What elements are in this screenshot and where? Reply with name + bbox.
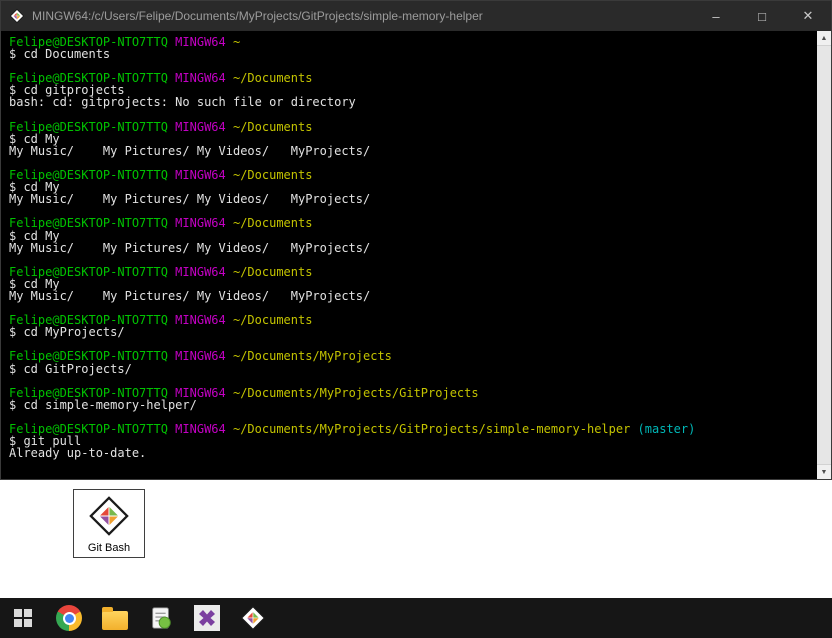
terminal-line: Felipe@DESKTOP-NTO7TTQ MINGW64 ~/Documen… xyxy=(9,121,809,133)
terminal-text-segment: MINGW64 xyxy=(175,265,233,279)
terminal-text-segment: ~/Documents xyxy=(233,168,312,182)
taskbar-editor-button[interactable] xyxy=(138,598,184,638)
terminal-text-segment: ~/Documents/MyProjects/GitProjects xyxy=(233,386,479,400)
taskbar xyxy=(0,598,832,638)
window-title: MINGW64:/c/Users/Felipe/Documents/MyProj… xyxy=(32,9,693,23)
terminal-line: $ cd simple-memory-helper/ xyxy=(9,399,809,411)
terminal-text-segment: ~/Documents/MyProjects xyxy=(233,349,392,363)
terminal-line: My Music/ My Pictures/ My Videos/ MyProj… xyxy=(9,193,809,205)
minimize-button[interactable]: – xyxy=(693,1,739,31)
terminal-line: Felipe@DESKTOP-NTO7TTQ MINGW64 ~/Documen… xyxy=(9,314,809,326)
scrollbar-thumb[interactable] xyxy=(817,45,831,465)
terminal-text-segment: ~/Documents xyxy=(233,313,312,327)
chrome-icon xyxy=(56,605,82,631)
desktop-icon-git-bash[interactable]: Git Bash xyxy=(73,489,145,558)
visual-studio-icon xyxy=(193,604,221,632)
windows-logo-icon xyxy=(14,609,32,627)
terminal-text-segment: MINGW64 xyxy=(175,120,233,134)
terminal-text-segment: ~/Documents xyxy=(233,120,312,134)
taskbar-visual-studio-button[interactable] xyxy=(184,598,230,638)
desktop: MINGW64:/c/Users/Felipe/Documents/MyProj… xyxy=(0,0,832,638)
terminal-text-segment: My Music/ My Pictures/ My Videos/ MyProj… xyxy=(9,241,370,255)
scroll-down-icon[interactable]: ▼ xyxy=(817,465,831,479)
terminal-text-segment: bash: cd: gitprojects: No such file or d… xyxy=(9,95,356,109)
maximize-button[interactable]: □ xyxy=(739,1,785,31)
terminal-text-segment: My Music/ My Pictures/ My Videos/ MyProj… xyxy=(9,289,370,303)
terminal-line: Felipe@DESKTOP-NTO7TTQ MINGW64 ~/Documen… xyxy=(9,169,809,181)
terminal-text-segment: MINGW64 xyxy=(175,168,233,182)
terminal-line: My Music/ My Pictures/ My Videos/ MyProj… xyxy=(9,242,809,254)
terminal-line: $ cd Documents xyxy=(9,48,809,60)
title-bar[interactable]: MINGW64:/c/Users/Felipe/Documents/MyProj… xyxy=(1,1,831,31)
terminal-text-segment: ~/Documents xyxy=(233,265,312,279)
text-editor-icon xyxy=(148,605,174,631)
terminal-line: My Music/ My Pictures/ My Videos/ MyProj… xyxy=(9,290,809,302)
terminal-line: Felipe@DESKTOP-NTO7TTQ MINGW64 ~/Documen… xyxy=(9,217,809,229)
terminal-text-segment: $ cd Documents xyxy=(9,47,110,61)
terminal-text-segment: (master) xyxy=(630,422,695,436)
scroll-up-icon[interactable]: ▲ xyxy=(817,31,831,45)
terminal-line: Felipe@DESKTOP-NTO7TTQ MINGW64 ~ xyxy=(9,36,809,48)
terminal-line: My Music/ My Pictures/ My Videos/ MyProj… xyxy=(9,145,809,157)
git-bash-window-icon xyxy=(9,8,25,24)
folder-icon xyxy=(102,611,128,630)
terminal-text-segment: ~/Documents xyxy=(233,216,312,230)
terminal-line: bash: cd: gitprojects: No such file or d… xyxy=(9,96,809,108)
window-controls: – □ ✕ xyxy=(693,1,831,31)
terminal-text-segment: My Music/ My Pictures/ My Videos/ MyProj… xyxy=(9,144,370,158)
terminal-lines: Felipe@DESKTOP-NTO7TTQ MINGW64 ~$ cd Doc… xyxy=(9,36,809,459)
taskbar-chrome-button[interactable] xyxy=(46,598,92,638)
terminal-text-segment: MINGW64 xyxy=(175,422,233,436)
start-button[interactable] xyxy=(0,598,46,638)
terminal-text-segment: $ cd GitProjects/ xyxy=(9,362,132,376)
terminal-text-segment: My Music/ My Pictures/ My Videos/ MyProj… xyxy=(9,192,370,206)
terminal-text-segment: Already up-to-date. xyxy=(9,446,146,460)
terminal-text-segment: ~ xyxy=(233,35,240,49)
terminal-text-segment: $ cd MyProjects/ xyxy=(9,325,125,339)
terminal-text-segment: MINGW64 xyxy=(175,349,233,363)
terminal-text-segment: $ cd simple-memory-helper/ xyxy=(9,398,197,412)
terminal-line: Felipe@DESKTOP-NTO7TTQ MINGW64 ~/Documen… xyxy=(9,423,809,435)
terminal-text-segment: MINGW64 xyxy=(175,216,233,230)
terminal-text-segment: MINGW64 xyxy=(175,35,233,49)
git-bash-taskbar-icon xyxy=(239,604,267,632)
scrollbar[interactable]: ▲ ▼ xyxy=(817,31,831,479)
terminal-line: $ cd MyProjects/ xyxy=(9,326,809,338)
terminal-text-segment: ~/Documents/MyProjects/GitProjects/simpl… xyxy=(233,422,630,436)
close-button[interactable]: ✕ xyxy=(785,1,831,31)
terminal-line: Already up-to-date. xyxy=(9,447,809,459)
taskbar-file-explorer-button[interactable] xyxy=(92,598,138,638)
taskbar-git-bash-button[interactable] xyxy=(230,598,276,638)
git-bash-icon xyxy=(87,494,131,538)
terminal-text-segment: ~/Documents xyxy=(233,71,312,85)
desktop-icon-label: Git Bash xyxy=(88,542,130,554)
terminal-output[interactable]: Felipe@DESKTOP-NTO7TTQ MINGW64 ~$ cd Doc… xyxy=(1,31,831,479)
terminal-text-segment: MINGW64 xyxy=(175,313,233,327)
terminal-line: $ cd GitProjects/ xyxy=(9,363,809,375)
terminal-line: Felipe@DESKTOP-NTO7TTQ MINGW64 ~/Documen… xyxy=(9,72,809,84)
terminal-text-segment: MINGW64 xyxy=(175,71,233,85)
mintty-window: MINGW64:/c/Users/Felipe/Documents/MyProj… xyxy=(0,0,832,480)
terminal-line: Felipe@DESKTOP-NTO7TTQ MINGW64 ~/Documen… xyxy=(9,266,809,278)
